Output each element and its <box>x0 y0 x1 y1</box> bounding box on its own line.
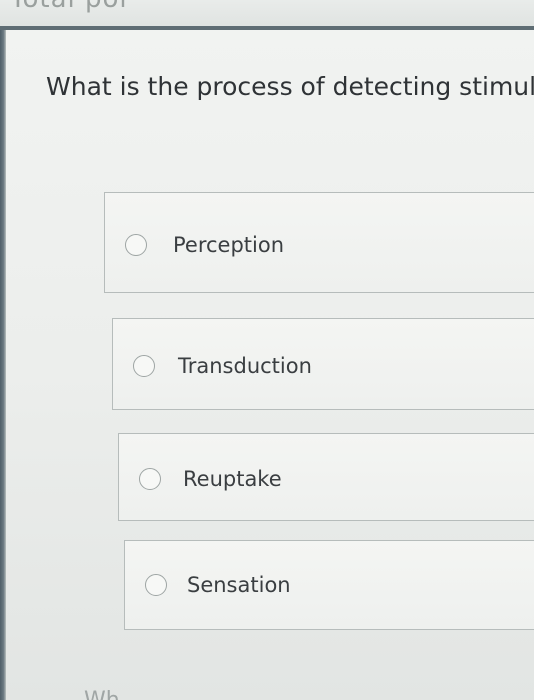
answer-option-reuptake[interactable]: Reuptake <box>118 433 534 521</box>
radio-button[interactable] <box>139 468 161 490</box>
card-left-border <box>0 30 6 700</box>
radio-button[interactable] <box>145 574 167 596</box>
question-text: What is the process of detecting stimuli… <box>46 72 534 101</box>
answer-option-perception[interactable]: Perception <box>104 192 534 293</box>
answer-option-label: Transduction <box>178 354 312 378</box>
header-strip: Total poi <box>0 0 534 28</box>
answer-option-label: Perception <box>173 233 285 257</box>
answer-option-transduction[interactable]: Transduction <box>112 318 534 410</box>
radio-button[interactable] <box>125 234 147 256</box>
answer-option-label: Reuptake <box>183 467 282 491</box>
quiz-screen: Total poi What is the process of detecti… <box>0 0 534 700</box>
header-partial-text: Total poi <box>10 0 128 14</box>
answer-option-label: Sensation <box>187 573 291 597</box>
answer-option-sensation[interactable]: Sensation <box>124 540 534 630</box>
next-question-partial-text: Wh <box>84 688 120 700</box>
radio-button[interactable] <box>133 355 155 377</box>
